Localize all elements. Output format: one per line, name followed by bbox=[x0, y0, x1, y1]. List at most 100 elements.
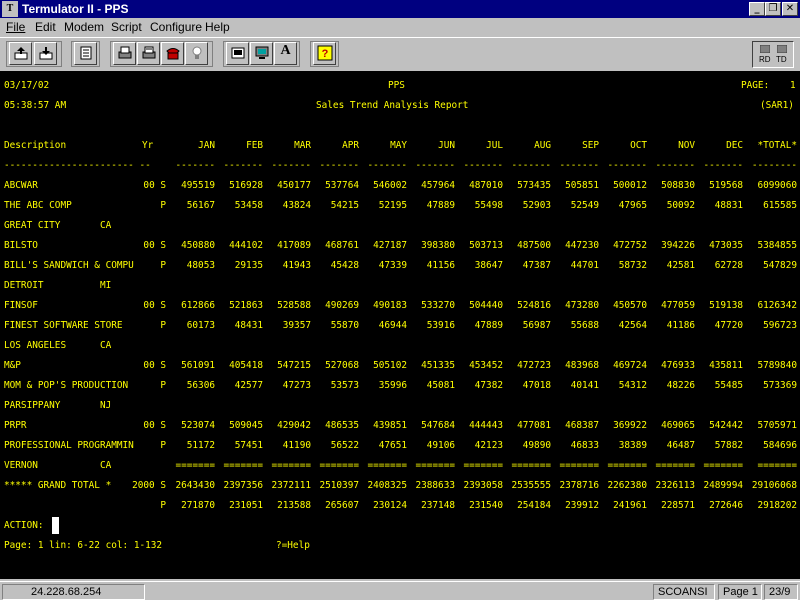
row-description: FINSOF bbox=[4, 300, 38, 311]
row-value-cell: 41186 bbox=[666, 320, 695, 331]
row-value-cell: 561091 bbox=[181, 360, 215, 371]
row-description: VERNON CA bbox=[4, 460, 112, 471]
rd-led-icon bbox=[760, 45, 770, 53]
row-value-cell: 29135 bbox=[234, 260, 263, 271]
send-file-button[interactable] bbox=[9, 42, 32, 65]
row-value-cell: ======= bbox=[415, 460, 455, 471]
row-value-cell: 521863 bbox=[229, 300, 263, 311]
row-value-cell: 450880 bbox=[181, 240, 215, 251]
row-value-cell: ======= bbox=[703, 460, 743, 471]
row-value-cell: 472723 bbox=[517, 360, 551, 371]
row-value-cell: 56987 bbox=[522, 320, 551, 331]
row-description: MOM & POP'S PRODUCTION bbox=[4, 380, 129, 391]
maximize-button[interactable]: ❐ bbox=[765, 2, 781, 16]
row-value-cell: 486535 bbox=[325, 420, 359, 431]
rd-td-indicator: RD TD bbox=[752, 41, 794, 68]
row-value-cell: 45428 bbox=[330, 260, 359, 271]
row-value-cell: 241961 bbox=[613, 500, 647, 511]
print-log-button[interactable] bbox=[137, 42, 160, 65]
help-hint: ?=Help bbox=[276, 540, 310, 551]
row-value-cell: 46487 bbox=[666, 440, 695, 451]
header-underline-segment: ------- bbox=[703, 160, 743, 171]
row-value-cell: 47889 bbox=[474, 320, 503, 331]
row-value-cell: 444443 bbox=[469, 420, 503, 431]
row-value-cell: 505851 bbox=[565, 180, 599, 191]
menu-edit[interactable]: Edit bbox=[35, 20, 56, 34]
row-year-type: P bbox=[160, 440, 166, 451]
menu-modem[interactable]: Modem bbox=[64, 20, 104, 34]
rd-label: RD bbox=[759, 55, 771, 64]
row-value-cell: 490183 bbox=[373, 300, 407, 311]
menu-file[interactable]: File bbox=[6, 20, 25, 34]
idea-button[interactable] bbox=[185, 42, 208, 65]
receive-file-button[interactable] bbox=[34, 42, 57, 65]
monitor-button[interactable] bbox=[250, 42, 273, 65]
font-button[interactable]: A bbox=[274, 42, 297, 65]
header-month-may: MAY bbox=[390, 140, 407, 151]
row-value-cell: 2393058 bbox=[463, 480, 503, 491]
action-input[interactable] bbox=[52, 517, 59, 534]
row-value-cell: ======= bbox=[559, 460, 599, 471]
header-underline-segment: -------- bbox=[751, 160, 797, 171]
print-log-icon bbox=[138, 45, 159, 61]
window-title: Termulator II - PPS bbox=[22, 2, 129, 16]
send-file-icon bbox=[10, 45, 31, 61]
row-value-cell: 453452 bbox=[469, 360, 503, 371]
header-underline-segment: ------- bbox=[655, 160, 695, 171]
menu-help[interactable]: Help bbox=[205, 20, 230, 34]
row-value-cell: 2643430 bbox=[175, 480, 215, 491]
row-value-cell: 48831 bbox=[714, 200, 743, 211]
row-value-cell: 477059 bbox=[661, 300, 695, 311]
header-description: Description bbox=[4, 140, 67, 151]
menu-configure[interactable]: Configure bbox=[150, 20, 202, 34]
row-value-cell: 254184 bbox=[517, 500, 551, 511]
row-value-cell: ======= bbox=[655, 460, 695, 471]
status-ip: 24.228.68.254 bbox=[2, 584, 145, 600]
terminal-screen[interactable]: 03/17/02 PPS PAGE: 1 05:38:57 AM Sales T… bbox=[0, 71, 800, 579]
row-value-cell: 523074 bbox=[181, 420, 215, 431]
row-year-type: P bbox=[160, 380, 166, 391]
printer-setup-button[interactable] bbox=[113, 42, 136, 65]
header-month-mar: MAR bbox=[294, 140, 311, 151]
row-year-type: 00 S bbox=[143, 300, 166, 311]
print-button[interactable] bbox=[74, 42, 97, 65]
menu-script[interactable]: Script bbox=[111, 20, 142, 34]
row-value-cell: 457964 bbox=[421, 180, 455, 191]
row-value-cell: 2918202 bbox=[757, 500, 797, 511]
row-value-cell: 450570 bbox=[613, 300, 647, 311]
title-bar: T Termulator II - PPS _ ❐ ✕ bbox=[0, 0, 800, 18]
disconnect-button[interactable] bbox=[161, 42, 184, 65]
row-value-cell: 62728 bbox=[714, 260, 743, 271]
row-value-cell: 2372111 bbox=[271, 480, 311, 491]
row-value-cell: 451335 bbox=[421, 360, 455, 371]
row-value-cell: 6126342 bbox=[757, 300, 797, 311]
report-time: 05:38:57 AM bbox=[4, 100, 67, 111]
row-value-cell: 42123 bbox=[474, 440, 503, 451]
row-value-cell: 231540 bbox=[469, 500, 503, 511]
row-value-cell: 524816 bbox=[517, 300, 551, 311]
page-label: PAGE: bbox=[741, 80, 770, 91]
help-button[interactable]: ? bbox=[313, 42, 336, 65]
row-value-cell: 468761 bbox=[325, 240, 359, 251]
row-value-cell: 41190 bbox=[282, 440, 311, 451]
row-value-cell: 533270 bbox=[421, 300, 455, 311]
row-description: ABCWAR bbox=[4, 180, 38, 191]
help-icon: ? bbox=[314, 45, 335, 61]
row-year-type: P bbox=[160, 260, 166, 271]
row-value-cell: 427187 bbox=[373, 240, 407, 251]
status-emulation: SCOANSI bbox=[653, 584, 715, 600]
receive-file-icon bbox=[35, 45, 56, 61]
app-icon[interactable]: T bbox=[2, 1, 18, 17]
minimize-button[interactable]: _ bbox=[749, 2, 765, 16]
row-value-cell: 509045 bbox=[229, 420, 263, 431]
row-year-type: 00 S bbox=[143, 360, 166, 371]
report-code: (SAR1) bbox=[760, 100, 794, 111]
close-button[interactable]: ✕ bbox=[782, 2, 798, 16]
row-description: PROFESSIONAL PROGRAMMIN bbox=[4, 440, 134, 451]
terminal-settings-button[interactable] bbox=[226, 42, 249, 65]
row-value-cell: 2262380 bbox=[607, 480, 647, 491]
row-value-cell: 228571 bbox=[661, 500, 695, 511]
menu-file-label: File bbox=[6, 20, 26, 34]
row-value-cell: 5705971 bbox=[757, 420, 797, 431]
row-value-cell: 230124 bbox=[373, 500, 407, 511]
